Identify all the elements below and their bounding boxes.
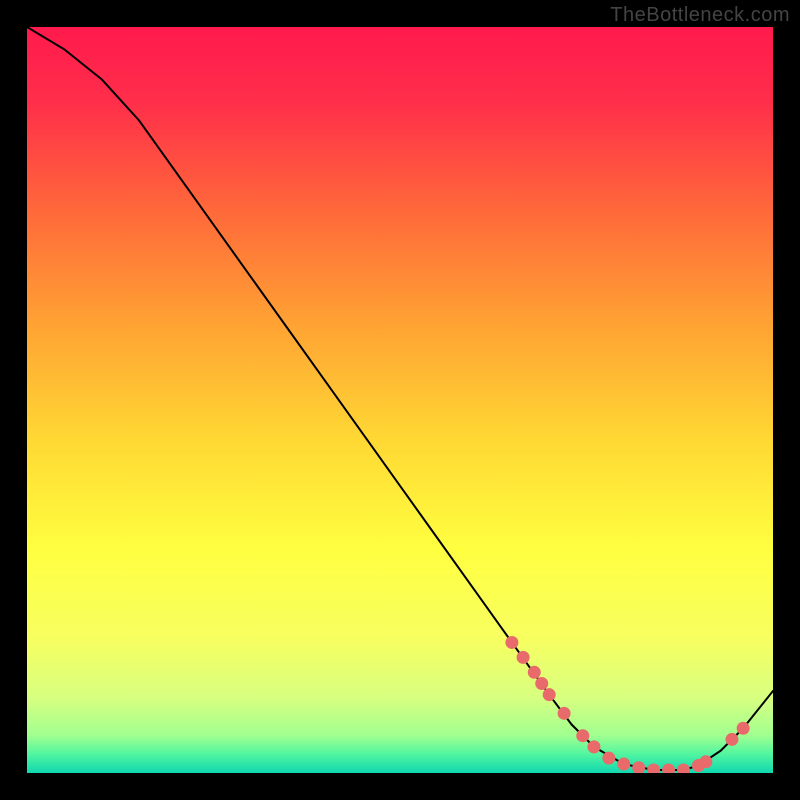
watermark-label: TheBottleneck.com xyxy=(610,4,790,27)
highlight-dot xyxy=(617,758,630,771)
highlight-dot xyxy=(505,636,518,649)
chart-svg xyxy=(27,27,773,773)
chart-container: TheBottleneck.com xyxy=(0,0,800,800)
highlight-dot xyxy=(528,666,541,679)
highlight-dot xyxy=(543,688,556,701)
highlight-dot xyxy=(576,729,589,742)
highlight-dot xyxy=(699,755,712,768)
gradient-background xyxy=(27,27,773,773)
highlight-dot xyxy=(535,677,548,690)
highlight-dot xyxy=(517,651,530,664)
plot-area xyxy=(27,27,773,773)
highlight-dot xyxy=(725,733,738,746)
highlight-dot xyxy=(558,707,571,720)
highlight-dot xyxy=(602,752,615,765)
highlight-dot xyxy=(587,740,600,753)
highlight-dot xyxy=(737,722,750,735)
